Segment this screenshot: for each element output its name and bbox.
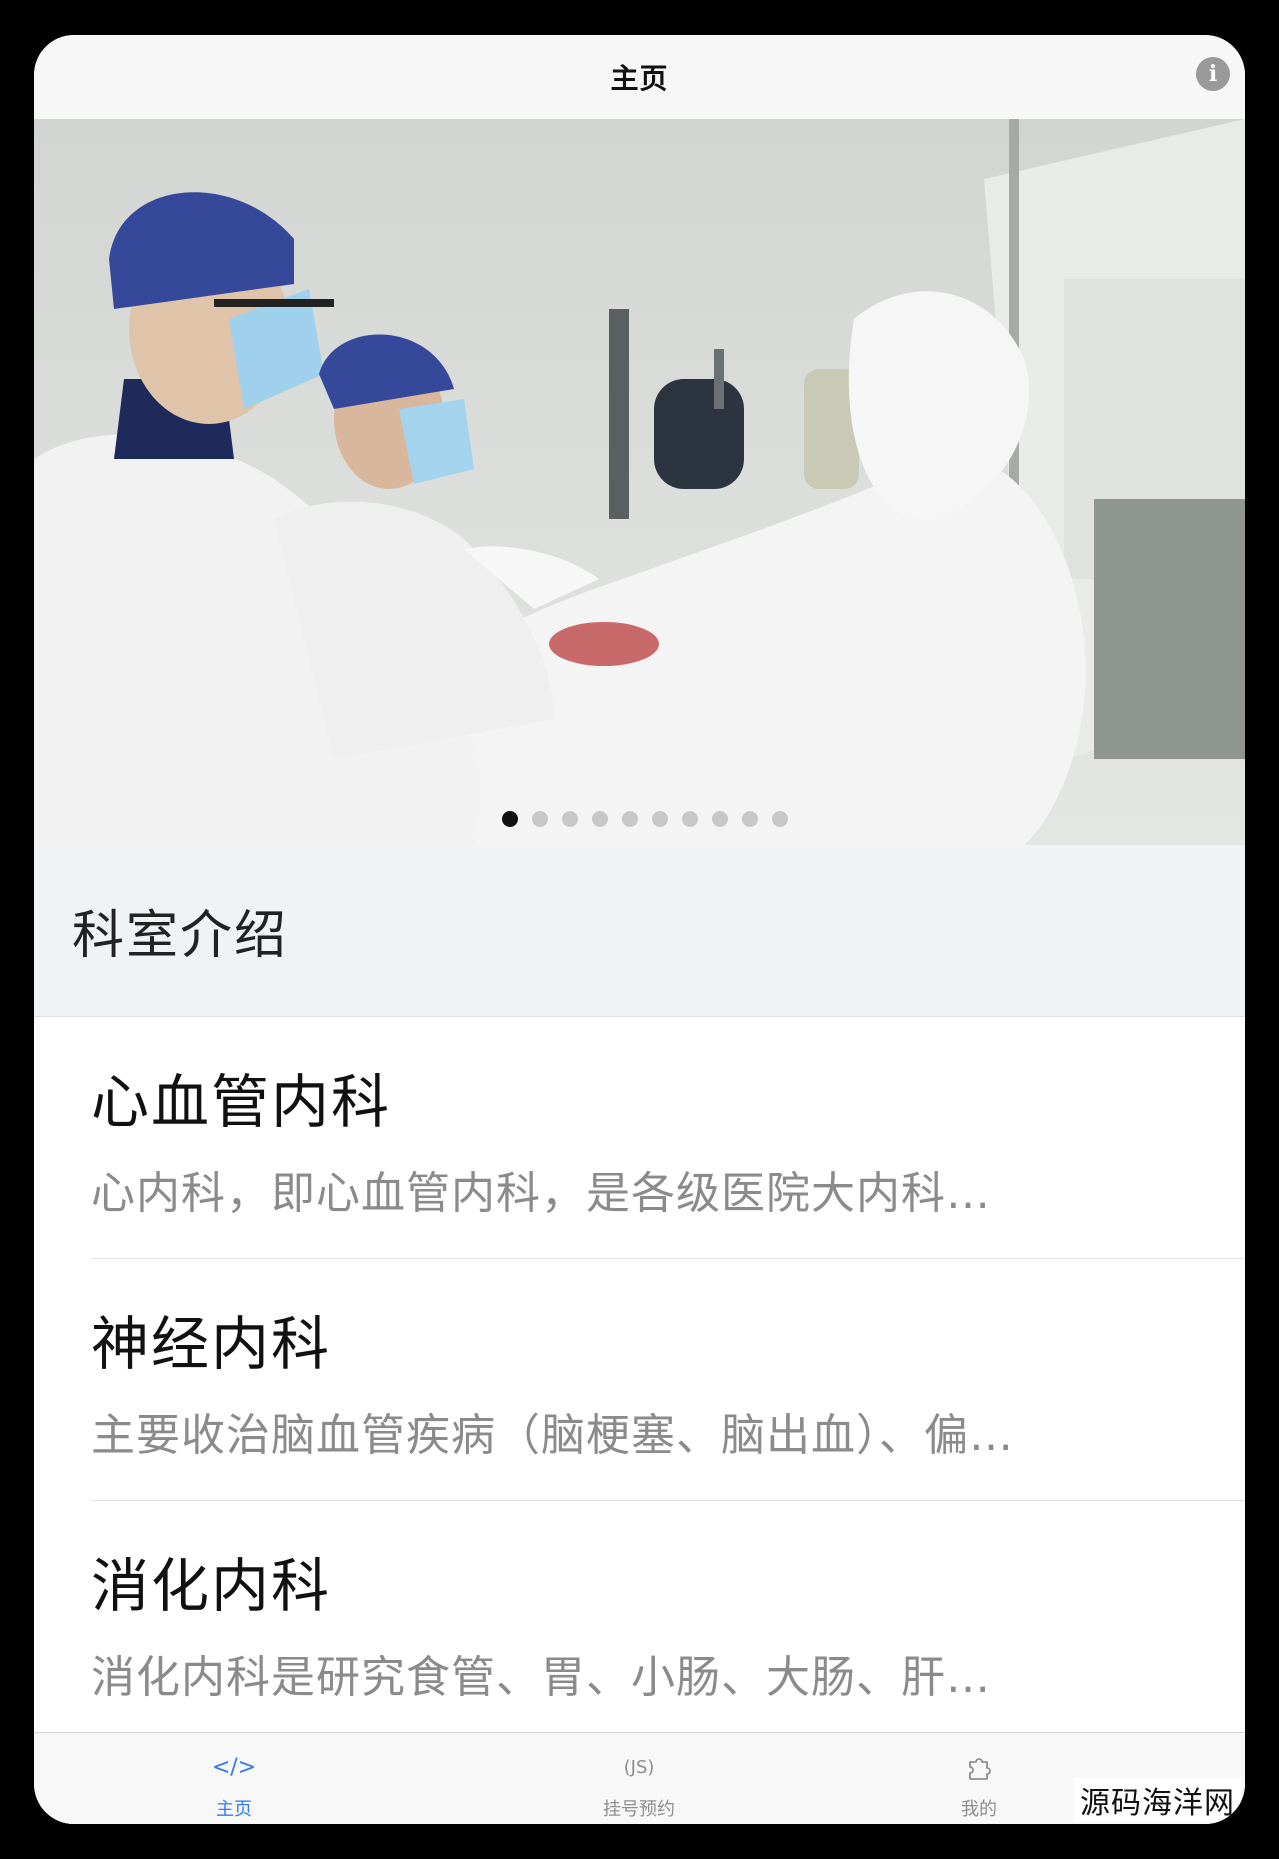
department-description: 消化内科是研究食管、胃、小肠、大肠、肝…: [91, 1652, 991, 1703]
page-dot[interactable]: [621, 811, 638, 827]
department-title: 消化内科: [91, 1552, 332, 1620]
list-item-neurology[interactable]: 神经内科 主要收治脑血管疾病（脑梗塞、脑出血）、偏…: [34, 1259, 1245, 1501]
info-icon[interactable]: i: [1196, 57, 1230, 91]
page-title: 主页: [610, 62, 669, 95]
banner-surgery-image: [34, 119, 1245, 845]
code-icon: </>: [211, 1755, 257, 1780]
department-description: 心内科，即心血管内科，是各级医院大内科…: [91, 1168, 991, 1219]
department-list: 心血管内科 心内科，即心血管内科，是各级医院大内科… 神经内科 主要收治脑血管疾…: [34, 1017, 1245, 1743]
department-title: 心血管内科: [91, 1068, 392, 1136]
tab-profile[interactable]: 我的: [879, 1733, 1079, 1824]
page-dot[interactable]: [771, 811, 788, 827]
department-title: 神经内科: [91, 1310, 332, 1378]
page-dot[interactable]: [501, 811, 518, 827]
page-dot[interactable]: [711, 811, 728, 827]
page-dot[interactable]: [741, 811, 758, 827]
tab-appointment[interactable]: (JS) 挂号预约: [539, 1733, 739, 1824]
tab-bar: </> 主页 (JS) 挂号预约 我的: [34, 1732, 1245, 1824]
tab-home[interactable]: </> 主页: [134, 1733, 334, 1824]
section-header: 科室介绍: [34, 845, 1245, 1017]
tab-label: 我的: [961, 1799, 997, 1820]
phone-screen: 主页 i 科室介绍 心血管内科 心内科，即心血管内科，是各级医院大内科… 神经内…: [34, 35, 1245, 1824]
department-description: 主要收治脑血管疾病（脑梗塞、脑出血）、偏…: [91, 1410, 1014, 1461]
page-dot[interactable]: [561, 811, 578, 827]
carousel-page-indicator[interactable]: [34, 811, 1245, 827]
watermark: 源码海洋网: [1074, 1778, 1241, 1822]
puzzle-icon: [964, 1753, 994, 1783]
page-dot[interactable]: [591, 811, 608, 827]
image-carousel[interactable]: [34, 119, 1245, 845]
tab-label: 挂号预约: [603, 1799, 675, 1820]
list-item-cardiology[interactable]: 心血管内科 心内科，即心血管内科，是各级医院大内科…: [34, 1017, 1245, 1259]
navigation-bar: 主页 i: [34, 35, 1245, 119]
js-icon: (JS): [623, 1757, 655, 1778]
tab-label: 主页: [216, 1799, 252, 1820]
page-dot[interactable]: [531, 811, 548, 827]
page-dot[interactable]: [681, 811, 698, 827]
section-title: 科室介绍: [72, 906, 289, 966]
list-item-gastroenterology[interactable]: 消化内科 消化内科是研究食管、胃、小肠、大肠、肝…: [34, 1501, 1245, 1743]
page-dot[interactable]: [651, 811, 668, 827]
